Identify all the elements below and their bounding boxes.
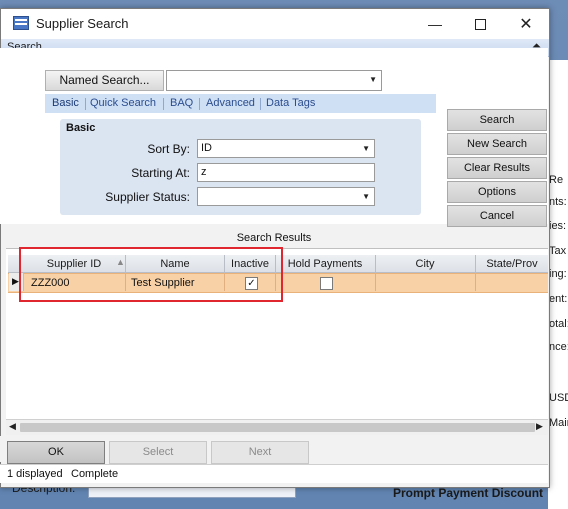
bg-right-fragment: ent:	[549, 293, 568, 305]
bg-right-fragment: Re	[549, 174, 564, 186]
close-icon[interactable]: ✕	[503, 9, 549, 39]
tab-separator	[260, 98, 261, 110]
tab-basic[interactable]: Basic	[52, 97, 79, 109]
bg-right-fragment: nts:	[549, 196, 567, 208]
options-button[interactable]: Options	[447, 181, 547, 203]
search-button[interactable]: Search	[447, 109, 547, 131]
scrollbar-thumb[interactable]	[20, 423, 535, 432]
next-button[interactable]: Next	[211, 441, 309, 464]
search-state: Complete	[71, 468, 119, 480]
scroll-left-icon[interactable]: ◀	[9, 421, 16, 432]
sort-by-label: Sort By:	[147, 142, 190, 156]
chevron-down-icon: ▼	[369, 75, 377, 84]
supplier-status-select[interactable]: ▼	[197, 187, 375, 206]
search-window-icon	[13, 16, 29, 30]
tab-separator	[163, 98, 164, 110]
chevron-down-icon: ▼	[362, 144, 370, 153]
minimize-icon[interactable]: —	[412, 9, 458, 39]
basic-panel-title: Basic	[66, 122, 96, 134]
select-button[interactable]: Select	[109, 441, 207, 464]
bg-right-fragment: nce:	[549, 341, 568, 353]
highlight-annotation-box	[19, 247, 283, 302]
bg-right-fragment: otal:	[549, 318, 568, 330]
column-header-hold-payments[interactable]: Hold Payments	[276, 258, 374, 270]
bg-right-fragment: Main	[549, 417, 568, 429]
row-pointer-icon: ▶	[12, 276, 19, 286]
new-search-button[interactable]: New Search	[447, 133, 547, 155]
bg-prompt-payment-heading: Prompt Payment Discount	[393, 486, 544, 500]
scroll-right-icon[interactable]: ▶	[536, 421, 543, 432]
cell-divider	[375, 274, 376, 291]
bg-right-fragment: USD	[549, 392, 568, 404]
supplier-status-label: Supplier Status:	[105, 190, 190, 204]
window-title: Supplier Search	[36, 16, 129, 31]
tab-data-tags[interactable]: Data Tags	[266, 97, 315, 109]
cancel-button[interactable]: Cancel	[447, 205, 547, 227]
starting-at-input[interactable]: z	[197, 163, 375, 182]
search-results-title: Search Results	[236, 232, 312, 244]
chevron-down-icon: ▼	[362, 192, 370, 201]
tab-quick-search[interactable]: Quick Search	[90, 97, 156, 109]
maximize-icon[interactable]	[457, 9, 503, 39]
sort-by-value: ID	[201, 142, 212, 154]
column-header-city[interactable]: City	[376, 258, 474, 270]
title-bar[interactable]: Supplier Search — ✕	[1, 9, 549, 39]
results-count: 1 displayed	[7, 468, 63, 480]
named-search-combo[interactable]: ▼	[166, 70, 382, 91]
tab-separator	[199, 98, 200, 110]
tab-baq[interactable]: BAQ	[170, 97, 193, 109]
column-header-state-prov[interactable]: State/Prov	[476, 258, 548, 270]
tab-advanced[interactable]: Advanced	[206, 97, 255, 109]
cell-divider	[475, 274, 476, 291]
horizontal-scrollbar[interactable]: ◀ ▶	[6, 419, 548, 435]
background-right-panel	[548, 60, 568, 509]
hold-payments-checkbox[interactable]	[320, 277, 333, 290]
clear-results-button[interactable]: Clear Results	[447, 157, 547, 179]
starting-at-label: Starting At:	[131, 166, 190, 180]
bg-right-fragment: ing:	[549, 268, 567, 280]
named-search-button[interactable]: Named Search...	[45, 70, 164, 91]
tab-separator	[85, 98, 86, 110]
bg-right-fragment: Tax	[549, 245, 567, 257]
sort-by-select[interactable]: ID ▼	[197, 139, 375, 158]
ok-button[interactable]: OK	[7, 441, 105, 464]
starting-at-value: z	[201, 166, 207, 178]
bg-right-fragment: ies:	[549, 220, 567, 232]
